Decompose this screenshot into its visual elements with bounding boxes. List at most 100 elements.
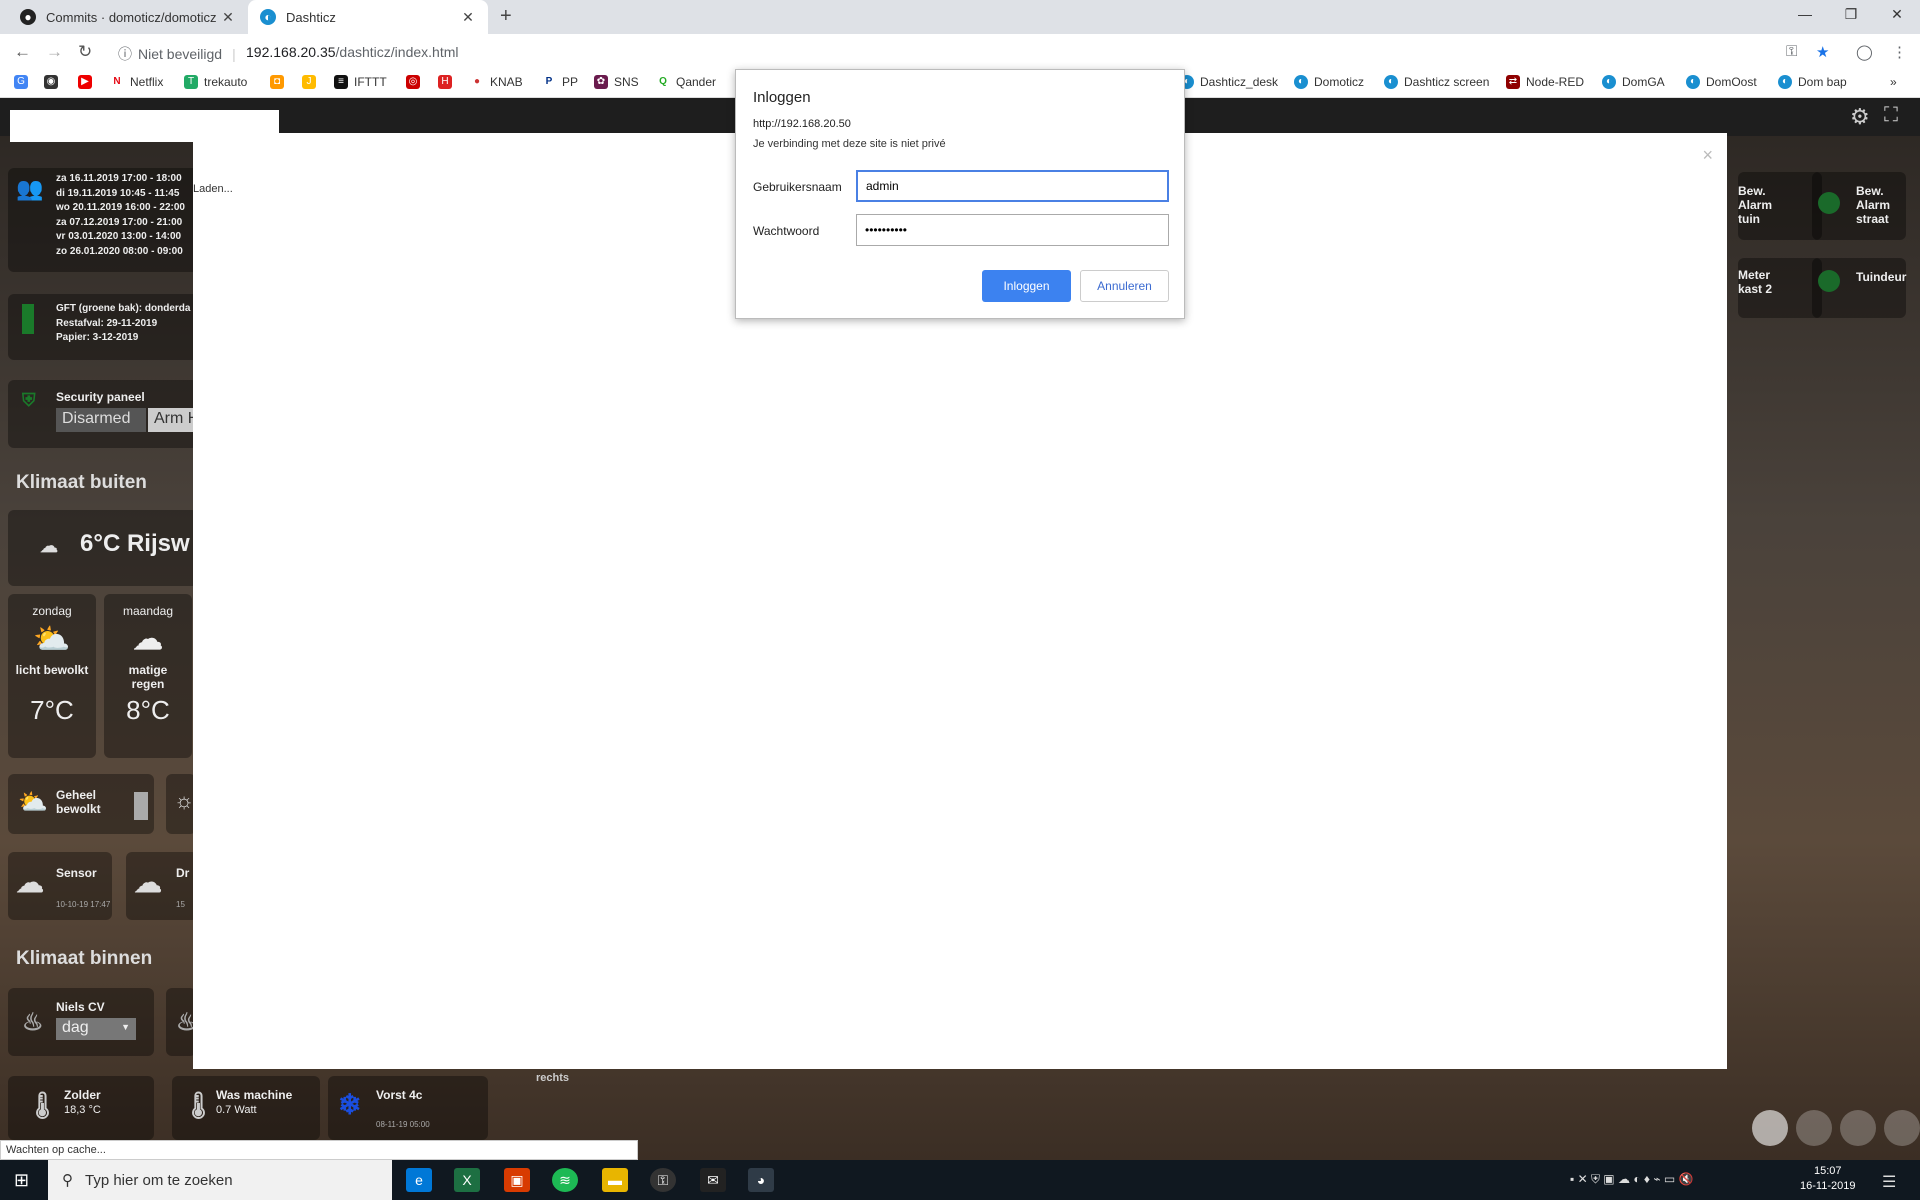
password-label: Wachtwoord bbox=[753, 224, 820, 238]
scroll-handle[interactable] bbox=[134, 792, 148, 820]
tray-icons[interactable]: ▪ ✕ ⛨ ▣ ☁ ◐ ♦ ⌁ ▭ 🔇 bbox=[1570, 1172, 1694, 1187]
bookmark-icon: ◎ bbox=[406, 75, 420, 89]
bookmark-sns[interactable]: ✿ SNS bbox=[594, 75, 639, 89]
forecast-temp: 7°C bbox=[30, 695, 74, 725]
restore-icon[interactable]: ❐ bbox=[1836, 6, 1866, 23]
cloudy-label: Geheel bewolkt bbox=[56, 788, 101, 816]
flame-icon: ♨ bbox=[22, 1009, 44, 1036]
cancel-button[interactable]: Annuleren bbox=[1080, 270, 1169, 302]
bookmark-dashticz-screen[interactable]: ◐ Dashticz screen bbox=[1384, 75, 1489, 89]
thermometer-icon: 🌡 bbox=[182, 1090, 216, 1120]
netflix-icon: N bbox=[110, 75, 124, 89]
tab-dashticz[interactable]: ◐ Dashticz ✕ bbox=[248, 0, 488, 34]
windows-start-icon[interactable]: ⊞ bbox=[14, 1170, 29, 1191]
bookmark-google[interactable]: G bbox=[14, 75, 28, 89]
edge-icon[interactable]: e bbox=[406, 1168, 432, 1192]
address-bar[interactable]: 192.168.20.35 /dashticz/index.html bbox=[246, 44, 458, 60]
folder-icon[interactable]: ▬ bbox=[602, 1168, 628, 1192]
new-tab-button[interactable]: + bbox=[500, 5, 512, 28]
search-placeholder: Typ hier om te zoeken bbox=[85, 1171, 233, 1189]
tab-github-commits[interactable]: ● Commits · domoticz/domoticz · G ✕ bbox=[8, 0, 248, 34]
calendar-list: za 16.11.2019 17:00 - 18:00 di 19.11.201… bbox=[56, 172, 185, 259]
app-icon[interactable]: ▣ bbox=[504, 1168, 530, 1192]
url-host: 192.168.20.35 bbox=[246, 44, 336, 60]
was-label: Was machine bbox=[216, 1088, 293, 1102]
security-text: Niet beveiligd bbox=[138, 46, 223, 62]
garbage-item: Papier: 3-12-2019 bbox=[56, 332, 139, 343]
back-icon[interactable]: ← bbox=[14, 42, 31, 62]
window-close-icon[interactable]: ✕ bbox=[1882, 6, 1912, 23]
close-icon[interactable]: ✕ bbox=[220, 9, 236, 26]
cv-select-value: dag bbox=[62, 1019, 89, 1036]
bookmark-domga[interactable]: ◐ DomGA bbox=[1602, 75, 1665, 89]
nodered-icon: ⇄ bbox=[1506, 75, 1520, 89]
vorst-tile: ❄ Vorst 4c 08-11-19 05:00 bbox=[328, 1076, 488, 1140]
calendar-item: za 07.12.2019 17:00 - 21:00 bbox=[56, 216, 183, 228]
bookmark-ifttt[interactable]: ≡ IFTTT bbox=[334, 75, 387, 89]
dashticz-icon: ◐ bbox=[1602, 75, 1616, 89]
reload-icon[interactable]: ↻ bbox=[78, 42, 92, 62]
more-bookmarks-icon[interactable]: » bbox=[1890, 75, 1897, 89]
knab-icon: ● bbox=[470, 75, 484, 89]
divider: | bbox=[232, 46, 236, 62]
bookmark-media[interactable]: ◉ bbox=[44, 75, 58, 89]
tab-label: Commits · domoticz/domoticz · G bbox=[46, 9, 220, 25]
bookmark-trekauto[interactable]: Ttrekauto bbox=[184, 75, 247, 89]
password-field[interactable] bbox=[856, 214, 1169, 246]
loading-text: Laden... bbox=[193, 183, 233, 195]
profile-icon[interactable]: ◯ bbox=[1856, 43, 1873, 61]
bookmark-1[interactable]: ◘ bbox=[270, 75, 284, 89]
right-tile-label: Tuindeur bbox=[1856, 270, 1907, 284]
key-icon[interactable]: ⚿ bbox=[1786, 43, 1797, 60]
paypal-icon: P bbox=[542, 75, 556, 89]
status-bar: Wachten op cache... bbox=[0, 1140, 638, 1160]
bookmark-dashticz-desk[interactable]: ◐ Dashticz_desk bbox=[1180, 75, 1278, 89]
bookmark-node-red[interactable]: ⇄ Node-RED bbox=[1506, 75, 1584, 89]
taskbar-clock[interactable]: 15:07 16-11-2019 bbox=[1800, 1164, 1855, 1194]
minimize-icon[interactable]: — bbox=[1790, 6, 1820, 22]
disarmed-button[interactable]: Disarmed bbox=[56, 408, 146, 432]
status-icon bbox=[1818, 192, 1840, 214]
bookmark-3[interactable]: ◎ bbox=[406, 75, 420, 89]
cloudy-tile: ⛅ Geheel bewolkt bbox=[8, 774, 154, 834]
bookmark-knab[interactable]: ● KNAB bbox=[470, 75, 523, 89]
star-icon[interactable]: ★ bbox=[1816, 43, 1829, 61]
lock-app-icon[interactable]: ⚿ bbox=[650, 1168, 676, 1192]
page-dot-4[interactable] bbox=[1884, 1110, 1920, 1146]
calendar-item: zo 26.01.2020 08:00 - 09:00 bbox=[56, 245, 183, 257]
cv-select[interactable]: dag ▼ bbox=[56, 1018, 136, 1040]
bookmark-pp[interactable]: P PP bbox=[542, 75, 578, 89]
forecast-desc: licht bewolkt bbox=[15, 663, 89, 677]
mail-icon[interactable]: ✉ bbox=[700, 1168, 726, 1192]
bookmark-netflix[interactable]: N Netflix bbox=[110, 75, 163, 89]
spotify-icon[interactable]: ≋ bbox=[552, 1168, 578, 1192]
bookmark-qander[interactable]: Q Qander bbox=[656, 75, 716, 89]
taskbar-search[interactable]: ⚲ Typ hier om te zoeken bbox=[48, 1160, 392, 1200]
notification-icon[interactable]: ☰ bbox=[1882, 1172, 1896, 1192]
settings-icon[interactable]: ⚙ bbox=[1850, 104, 1870, 130]
bookmark-domoost[interactable]: ◐ DomOost bbox=[1686, 75, 1757, 89]
modal-close-button[interactable]: × bbox=[1702, 145, 1713, 166]
page-dot-3[interactable] bbox=[1840, 1110, 1876, 1146]
bookmark-label: Qander bbox=[676, 75, 717, 89]
bookmark-dom-bap[interactable]: ◐ Dom bap bbox=[1778, 75, 1847, 89]
cloud-icon: ☁ bbox=[40, 536, 58, 556]
sensor-label: Sensor bbox=[56, 866, 97, 880]
bookmark-4[interactable]: H bbox=[438, 75, 452, 89]
page-dot-2[interactable] bbox=[1796, 1110, 1832, 1146]
page-dot-1[interactable] bbox=[1752, 1110, 1788, 1146]
login-button[interactable]: Inloggen bbox=[982, 270, 1071, 302]
close-icon[interactable]: ✕ bbox=[460, 9, 476, 26]
bookmark-2[interactable]: J bbox=[302, 75, 316, 89]
forward-icon[interactable]: → bbox=[46, 42, 63, 62]
fullscreen-icon[interactable]: ⛶ bbox=[1884, 104, 1898, 127]
username-field[interactable] bbox=[856, 170, 1169, 202]
arm-home-button[interactable]: Arm H bbox=[148, 408, 198, 432]
bookmark-domoticz[interactable]: ◐ Domoticz bbox=[1294, 75, 1364, 89]
right-tile-label: Bew. Alarm straat bbox=[1856, 184, 1891, 226]
bookmark-youtube[interactable]: ▶ bbox=[78, 75, 92, 89]
menu-icon[interactable]: ⋮ bbox=[1892, 43, 1907, 61]
security-indicator[interactable]: ⓘ Niet beveiligd | bbox=[118, 44, 240, 64]
excel-icon[interactable]: X bbox=[454, 1168, 480, 1192]
chrome-icon[interactable]: ◕ bbox=[748, 1168, 774, 1192]
